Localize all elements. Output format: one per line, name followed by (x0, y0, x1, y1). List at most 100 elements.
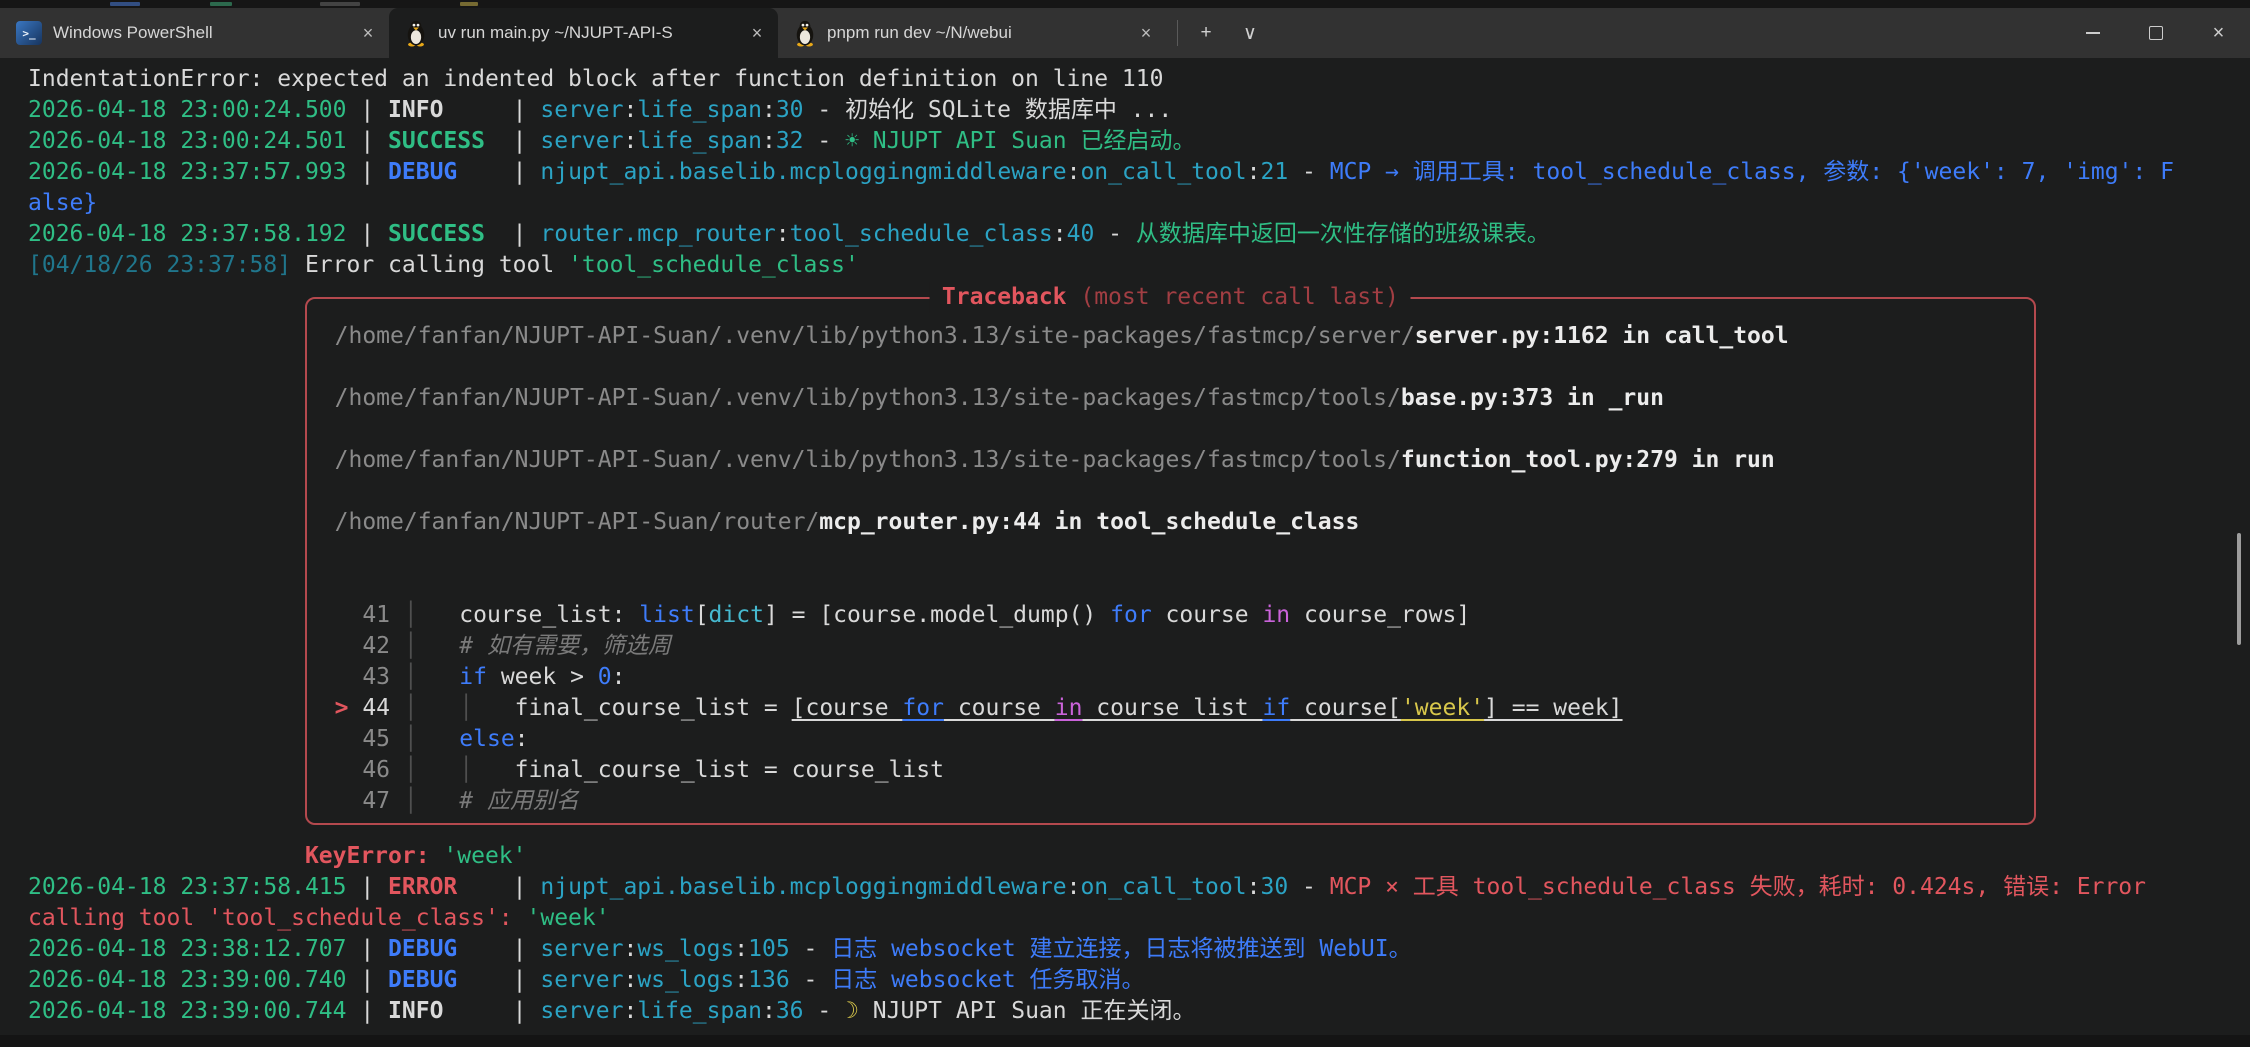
log-line: 2026-04-18 23:37:58.192 | SUCCESS | rout… (28, 219, 2250, 250)
maximize-icon (2149, 26, 2163, 40)
tab-close-icon[interactable]: × (1135, 23, 1157, 44)
text-segment: # 如有需要，筛选周 (459, 633, 671, 659)
text-segment: : (1067, 874, 1081, 900)
text-segment: week > (487, 664, 598, 690)
text-segment: KeyError: (305, 843, 443, 869)
close-button[interactable]: × (2187, 8, 2250, 58)
traceback-line (335, 569, 2034, 600)
text-segment: IndentationError: expected an indented b… (28, 66, 1163, 92)
new-tab-button[interactable]: + (1184, 8, 1228, 58)
text-segment: /home/fanfan/NJUPT-API-Suan/router/ (335, 509, 820, 535)
text-segment: - (790, 936, 832, 962)
text-segment: alse} (28, 190, 97, 216)
minimize-button[interactable] (2061, 8, 2124, 58)
text-segment: final_course_list = (473, 695, 792, 721)
traceback-line: /home/fanfan/NJUPT-API-Suan/.venv/lib/py… (335, 321, 2034, 352)
log-line: IndentationError: expected an indented b… (28, 64, 2250, 95)
text-segment: for (1110, 602, 1152, 628)
log-line: 2026-04-18 23:00:24.501 | SUCCESS | serv… (28, 126, 2250, 157)
tab-dropdown-button[interactable]: ∨ (1228, 8, 1272, 58)
text-segment: - (804, 97, 846, 123)
text-segment: 105 (748, 936, 790, 962)
text-segment: router.mcp_router (540, 221, 775, 247)
text-segment: 21 (1260, 159, 1288, 185)
text-segment: ] == week] (1484, 695, 1622, 721)
background-window-sliver (0, 0, 2250, 8)
close-icon: × (2213, 22, 2225, 45)
text-segment: : (762, 128, 776, 154)
text-segment: 30 (776, 97, 804, 123)
text-segment: : (1053, 221, 1067, 247)
text-segment: - (804, 998, 846, 1024)
text-segment: base.py:373 in _run (1401, 385, 1664, 411)
text-segment: 'week' (527, 905, 610, 931)
text-segment: ws_logs (637, 967, 734, 993)
text-segment: | (347, 128, 389, 154)
log-line: 2026-04-18 23:37:57.993 | DEBUG | njupt_… (28, 157, 2250, 188)
text-segment: 36 (776, 998, 804, 1024)
maximize-button[interactable] (2124, 8, 2187, 58)
log-line: 2026-04-18 23:39:00.740 | DEBUG | server… (28, 965, 2250, 996)
text-segment: │ (404, 757, 418, 783)
text-segment: 30 (1260, 874, 1288, 900)
traceback-line: 47 │ # 应用别名 (335, 786, 2034, 817)
text-segment: final_course_list = course_list (473, 757, 944, 783)
text-segment: else (459, 726, 514, 752)
tab-title: Windows PowerShell (53, 23, 346, 43)
text-segment: │ (459, 757, 473, 783)
text-segment: : (612, 664, 626, 690)
text-segment: > (335, 695, 363, 721)
text-segment: │ (404, 726, 418, 752)
text-segment (418, 757, 460, 783)
traceback-line: 43 │ if week > 0: (335, 662, 2034, 693)
tab-windows-powershell[interactable]: >_ Windows PowerShell × (0, 8, 389, 58)
text-segment: if (1262, 695, 1290, 721)
tab-close-icon[interactable]: × (746, 23, 768, 44)
text-segment: course (944, 695, 1055, 721)
text-segment: ws_logs (637, 936, 734, 962)
text-segment: 'tool_schedule_class' (568, 252, 859, 278)
text-segment: course (1152, 602, 1263, 628)
text-segment: 从数据库中返回一次性存储的班级课表。 (1136, 221, 1550, 247)
window-controls: × (2061, 8, 2250, 58)
text-segment: server (540, 128, 623, 154)
scrollbar-thumb[interactable] (2237, 533, 2241, 645)
text-segment: | (347, 874, 389, 900)
text-segment: MCP × 工具 tool_schedule_class 失败，耗时: 0.42… (1330, 874, 2146, 900)
traceback-line (335, 352, 2034, 383)
tab-close-icon[interactable]: × (357, 23, 379, 44)
text-segment: - (804, 128, 846, 154)
text-segment: │ (404, 633, 418, 659)
log-line: alse} (28, 188, 2250, 219)
traceback-line: /home/fanfan/NJUPT-API-Suan/.venv/lib/py… (335, 383, 2034, 414)
text-segment: SUCCESS (388, 128, 499, 154)
text-segment: server (540, 998, 623, 1024)
text-segment: NJUPT API Suan 正在关闭。 (873, 998, 1196, 1024)
tab-pnpm-run-dev[interactable]: pnpm run dev ~/N/webui × (778, 8, 1167, 58)
terminal-output[interactable]: IndentationError: expected an indented b… (0, 58, 2250, 1035)
traceback-line (335, 476, 2034, 507)
text-segment: | (347, 998, 389, 1024)
text-segment: 日志 websocket 建立连接，日志将被推送到 WebUI。 (831, 936, 1411, 962)
text-segment: server (540, 967, 623, 993)
text-segment: : (1247, 159, 1261, 185)
text-segment: | (347, 97, 389, 123)
text-segment: 2026-04-18 23:39:00.744 (28, 998, 347, 1024)
text-segment: 'week' (1401, 695, 1484, 721)
text-segment: | (499, 128, 541, 154)
text-segment: DEBUG (388, 936, 499, 962)
text-segment: 2026-04-18 23:37:58.415 (28, 874, 347, 900)
text-segment: | (499, 159, 541, 185)
traceback-line (335, 538, 2034, 569)
text-segment: 2026-04-18 23:38:12.707 (28, 936, 347, 962)
log-line: 2026-04-18 23:38:12.707 | DEBUG | server… (28, 934, 2250, 965)
tab-uv-run-main[interactable]: uv run main.py ~/NJUPT-API-S × (389, 8, 778, 58)
text-segment: : (623, 936, 637, 962)
text-segment: : (734, 967, 748, 993)
text-segment: | (499, 874, 541, 900)
text-segment: : (623, 97, 637, 123)
text-segment: /home/fanfan/NJUPT-API-Suan/.venv/lib/py… (335, 447, 1401, 473)
log-line: [04/18/26 23:37:58] Error calling tool '… (28, 250, 2250, 281)
traceback-line (335, 414, 2034, 445)
text-segment: 初始化 SQLite 数据库中 ... (845, 97, 1172, 123)
